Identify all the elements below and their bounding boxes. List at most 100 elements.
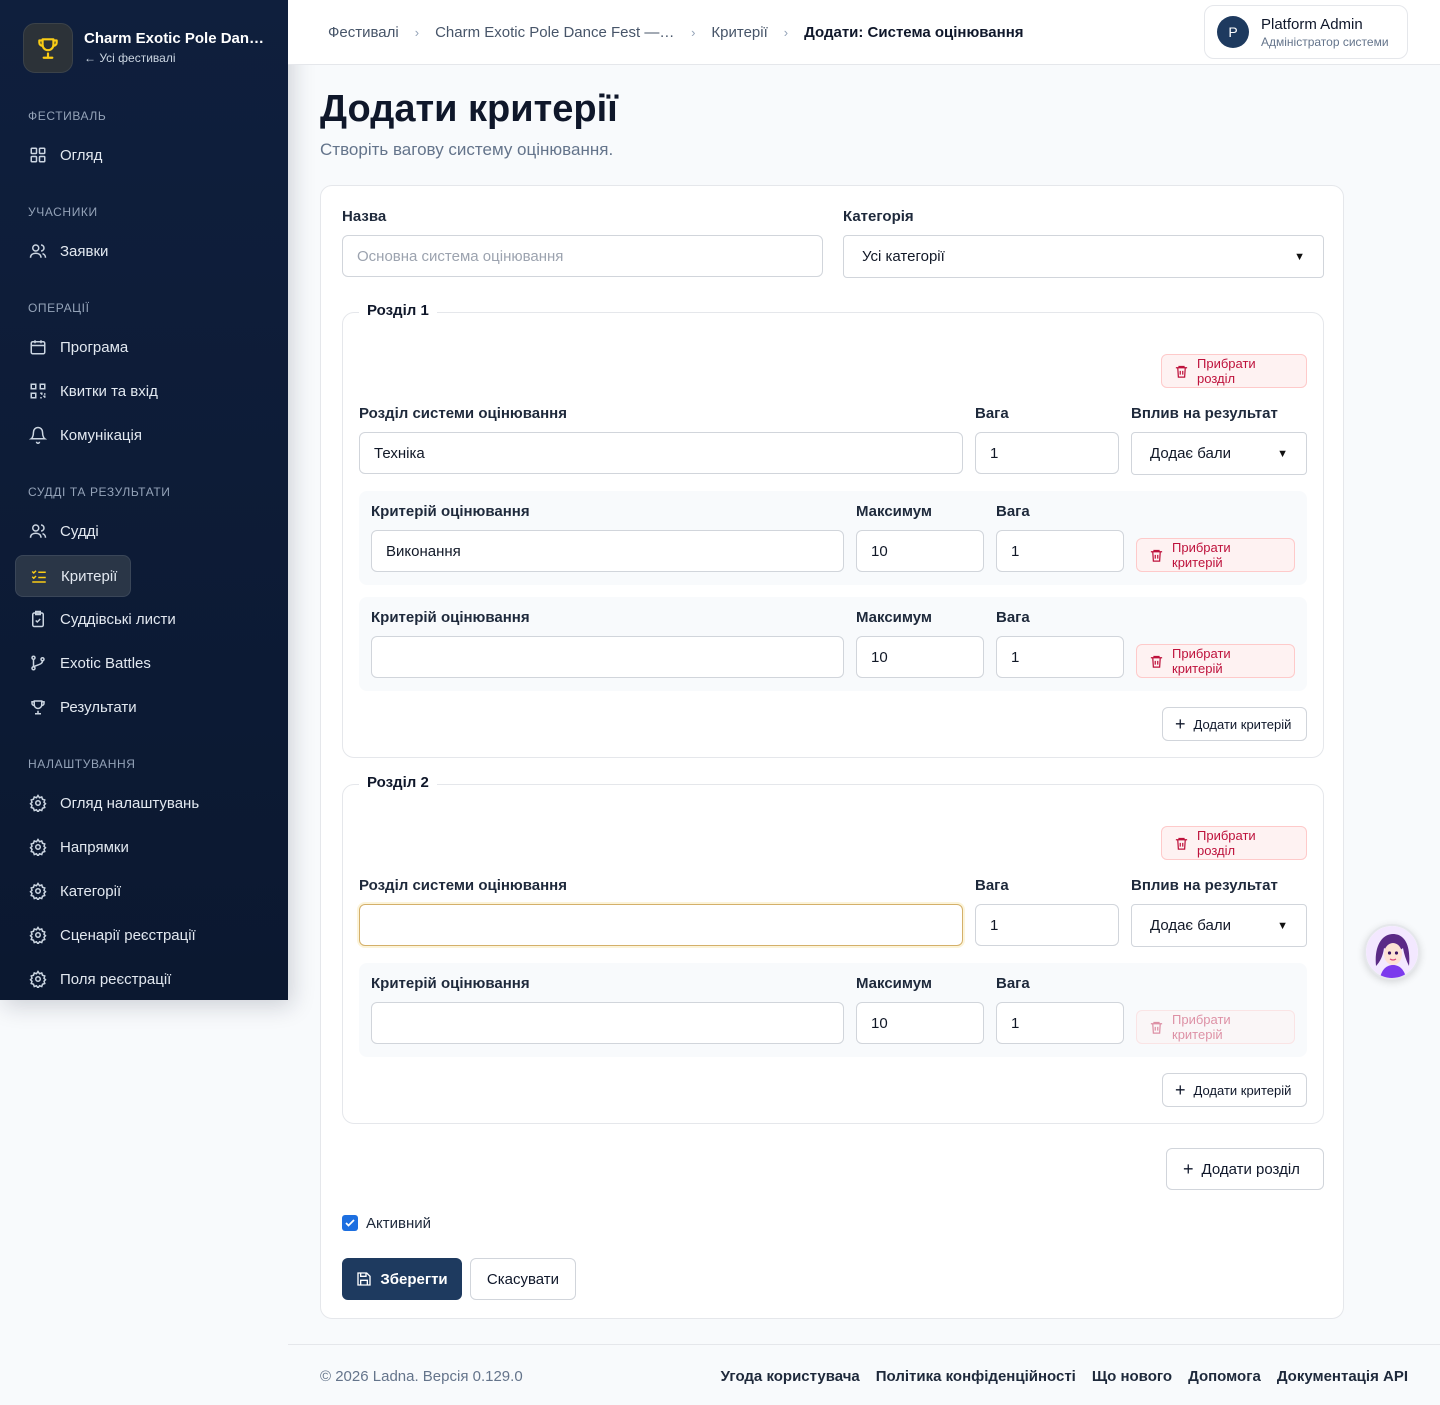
- add-section-button[interactable]: + Додати розділ: [1166, 1148, 1324, 1190]
- sidebar-item-label: Категорії: [60, 882, 122, 900]
- user-menu[interactable]: P Platform Admin Адміністратор системи: [1204, 5, 1408, 59]
- criterion-row: Критерій оцінювання Максимум 10 Вага 1 П…: [359, 963, 1307, 1057]
- section-name-input[interactable]: [359, 904, 963, 946]
- footer-link-help[interactable]: Допомога: [1188, 1368, 1261, 1385]
- section-legend: Розділ 2: [359, 774, 437, 791]
- scoring-section: Розділ 1 Прибрати розділ Розділ системи …: [342, 302, 1324, 758]
- gear-icon: [28, 881, 48, 901]
- footer-link-changelog[interactable]: Що нового: [1092, 1368, 1172, 1385]
- assistant-avatar-button[interactable]: [1364, 924, 1420, 980]
- save-button[interactable]: Зберегти: [342, 1258, 462, 1300]
- impact-select[interactable]: Додає бали ▼: [1131, 432, 1307, 475]
- add-criterion-label: Додати критерій: [1193, 716, 1292, 732]
- sidebar-item-label: Комунікація: [60, 426, 142, 444]
- sidebar-item-program[interactable]: Програма: [15, 326, 141, 368]
- breadcrumb-criteria[interactable]: Критерії: [711, 24, 767, 41]
- footer-link-api-docs[interactable]: Документація API: [1277, 1368, 1408, 1385]
- sidebar-item-communication[interactable]: Комунікація: [15, 414, 155, 456]
- bell-icon: [28, 425, 48, 445]
- users-icon: [28, 241, 48, 261]
- sidebar-item-applications[interactable]: Заявки: [15, 230, 121, 272]
- section-weight-input[interactable]: 1: [975, 432, 1119, 474]
- remove-criterion-button[interactable]: Прибрати критерій: [1136, 644, 1295, 678]
- add-criterion-button[interactable]: + Додати критерій: [1162, 707, 1307, 741]
- criterion-max-input[interactable]: 10: [856, 636, 984, 678]
- criterion-label: Критерій оцінювання: [371, 609, 530, 626]
- criterion-weight-label: Вага: [996, 975, 1030, 992]
- git-branch-icon: [28, 653, 48, 673]
- active-label[interactable]: Активний: [366, 1215, 431, 1232]
- remove-section-button[interactable]: Прибрати розділ: [1161, 826, 1307, 860]
- sidebar-item-criteria[interactable]: Критерії: [15, 555, 132, 597]
- criteria-form: Назва Основна система оцінювання Категор…: [320, 185, 1344, 1319]
- footer-link-terms[interactable]: Угода користувача: [721, 1368, 860, 1385]
- max-label: Максимум: [856, 503, 933, 520]
- impact-select[interactable]: Додає бали ▼: [1131, 904, 1307, 947]
- section-name-input[interactable]: Техніка: [359, 432, 963, 474]
- sidebar-item-directions[interactable]: Напрямки: [15, 826, 142, 868]
- section-weight-input[interactable]: 1: [975, 904, 1119, 946]
- sidebar-item-settings-overview[interactable]: Огляд налаштувань: [15, 782, 212, 824]
- name-input[interactable]: Основна система оцінювання: [342, 235, 823, 277]
- criterion-row: Критерій оцінювання Максимум 10 Вага 1 П…: [359, 597, 1307, 691]
- add-criterion-button[interactable]: + Додати критерій: [1162, 1073, 1307, 1107]
- nav-section-operations: ОПЕРАЦІЇ: [28, 301, 90, 315]
- remove-section-label: Прибрати розділ: [1197, 828, 1256, 858]
- sidebar-item-judges[interactable]: Судді: [15, 510, 112, 552]
- cancel-button[interactable]: Скасувати: [470, 1258, 576, 1300]
- sidebar-item-battles[interactable]: Exotic Battles: [15, 642, 164, 684]
- sidebar-item-reg-scenarios[interactable]: Сценарії реєстрації: [15, 914, 209, 956]
- remove-section-button[interactable]: Прибрати розділ: [1161, 354, 1307, 388]
- criterion-weight-label: Вага: [996, 503, 1030, 520]
- section-name-label: Розділ системи оцінювання: [359, 877, 567, 894]
- footer-link-privacy[interactable]: Політика конфіденційності: [876, 1368, 1076, 1385]
- sidebar-item-label: Огляд: [60, 146, 103, 164]
- trophy-icon: [23, 23, 73, 73]
- sidebar-item-label: Програма: [60, 338, 129, 356]
- sidebar-item-overview[interactable]: Огляд: [15, 134, 115, 176]
- criterion-weight-input[interactable]: 1: [996, 636, 1124, 678]
- remove-criterion-button[interactable]: Прибрати критерій: [1136, 538, 1295, 572]
- remove-criterion-label: Прибрати критерій: [1172, 646, 1231, 676]
- name-label: Назва: [342, 208, 387, 225]
- criterion-label: Критерій оцінювання: [371, 503, 530, 520]
- chevron-right-icon: ›: [414, 24, 420, 40]
- chevron-down-icon: ▼: [1277, 447, 1288, 460]
- sidebar-item-results[interactable]: Результати: [15, 686, 150, 728]
- chevron-right-icon: ›: [691, 24, 696, 40]
- save-label: Зберегти: [380, 1270, 448, 1288]
- trash-icon: [1174, 836, 1189, 851]
- criterion-max-input[interactable]: 10: [856, 1002, 984, 1044]
- sidebar-item-tickets[interactable]: Квитки та вхід: [15, 370, 171, 412]
- assistant-avatar-icon: [1366, 926, 1418, 978]
- category-select[interactable]: Усі категорії ▼: [843, 235, 1324, 278]
- gear-icon: [28, 925, 48, 945]
- avatar: P: [1217, 16, 1249, 48]
- sidebar-item-label: Критерії: [61, 567, 118, 585]
- sidebar-item-categories[interactable]: Категорії: [15, 870, 134, 912]
- gear-icon: [28, 969, 48, 989]
- criterion-name-input[interactable]: [371, 636, 844, 678]
- sidebar-item-scoresheets[interactable]: Суддівські листи: [15, 598, 189, 640]
- all-festivals-link[interactable]: ← Усі фестивалі: [84, 51, 265, 65]
- impact-label: Вплив на результат: [1131, 877, 1278, 894]
- breadcrumb-festival[interactable]: Charm Exotic Pole Dance Fest — A...: [435, 24, 675, 41]
- scoring-section: Розділ 2 Прибрати розділ Розділ системи …: [342, 774, 1324, 1124]
- sidebar-item-label: Суддівські листи: [60, 610, 176, 628]
- brand[interactable]: Charm Exotic Pole Dance... ← Усі фестива…: [0, 0, 288, 96]
- user-role: Адміністратор системи: [1261, 34, 1389, 49]
- active-checkbox[interactable]: [342, 1215, 358, 1231]
- criterion-name-input[interactable]: Виконання: [371, 530, 844, 572]
- page-subtitle: Створіть вагову систему оцінювання.: [320, 140, 614, 159]
- chevron-down-icon: ▼: [1294, 250, 1305, 263]
- sidebar-item-label: Поля реєстрації: [60, 970, 172, 988]
- trash-icon: [1149, 1020, 1164, 1035]
- gear-icon: [28, 793, 48, 813]
- criterion-name-input[interactable]: [371, 1002, 844, 1044]
- breadcrumb-festivals[interactable]: Фестивалі: [328, 24, 399, 41]
- sidebar-item-reg-fields[interactable]: Поля реєстрації: [15, 958, 184, 1000]
- criterion-max-input[interactable]: 10: [856, 530, 984, 572]
- grid-icon: [28, 145, 48, 165]
- criterion-weight-input[interactable]: 1: [996, 530, 1124, 572]
- criterion-weight-input[interactable]: 1: [996, 1002, 1124, 1044]
